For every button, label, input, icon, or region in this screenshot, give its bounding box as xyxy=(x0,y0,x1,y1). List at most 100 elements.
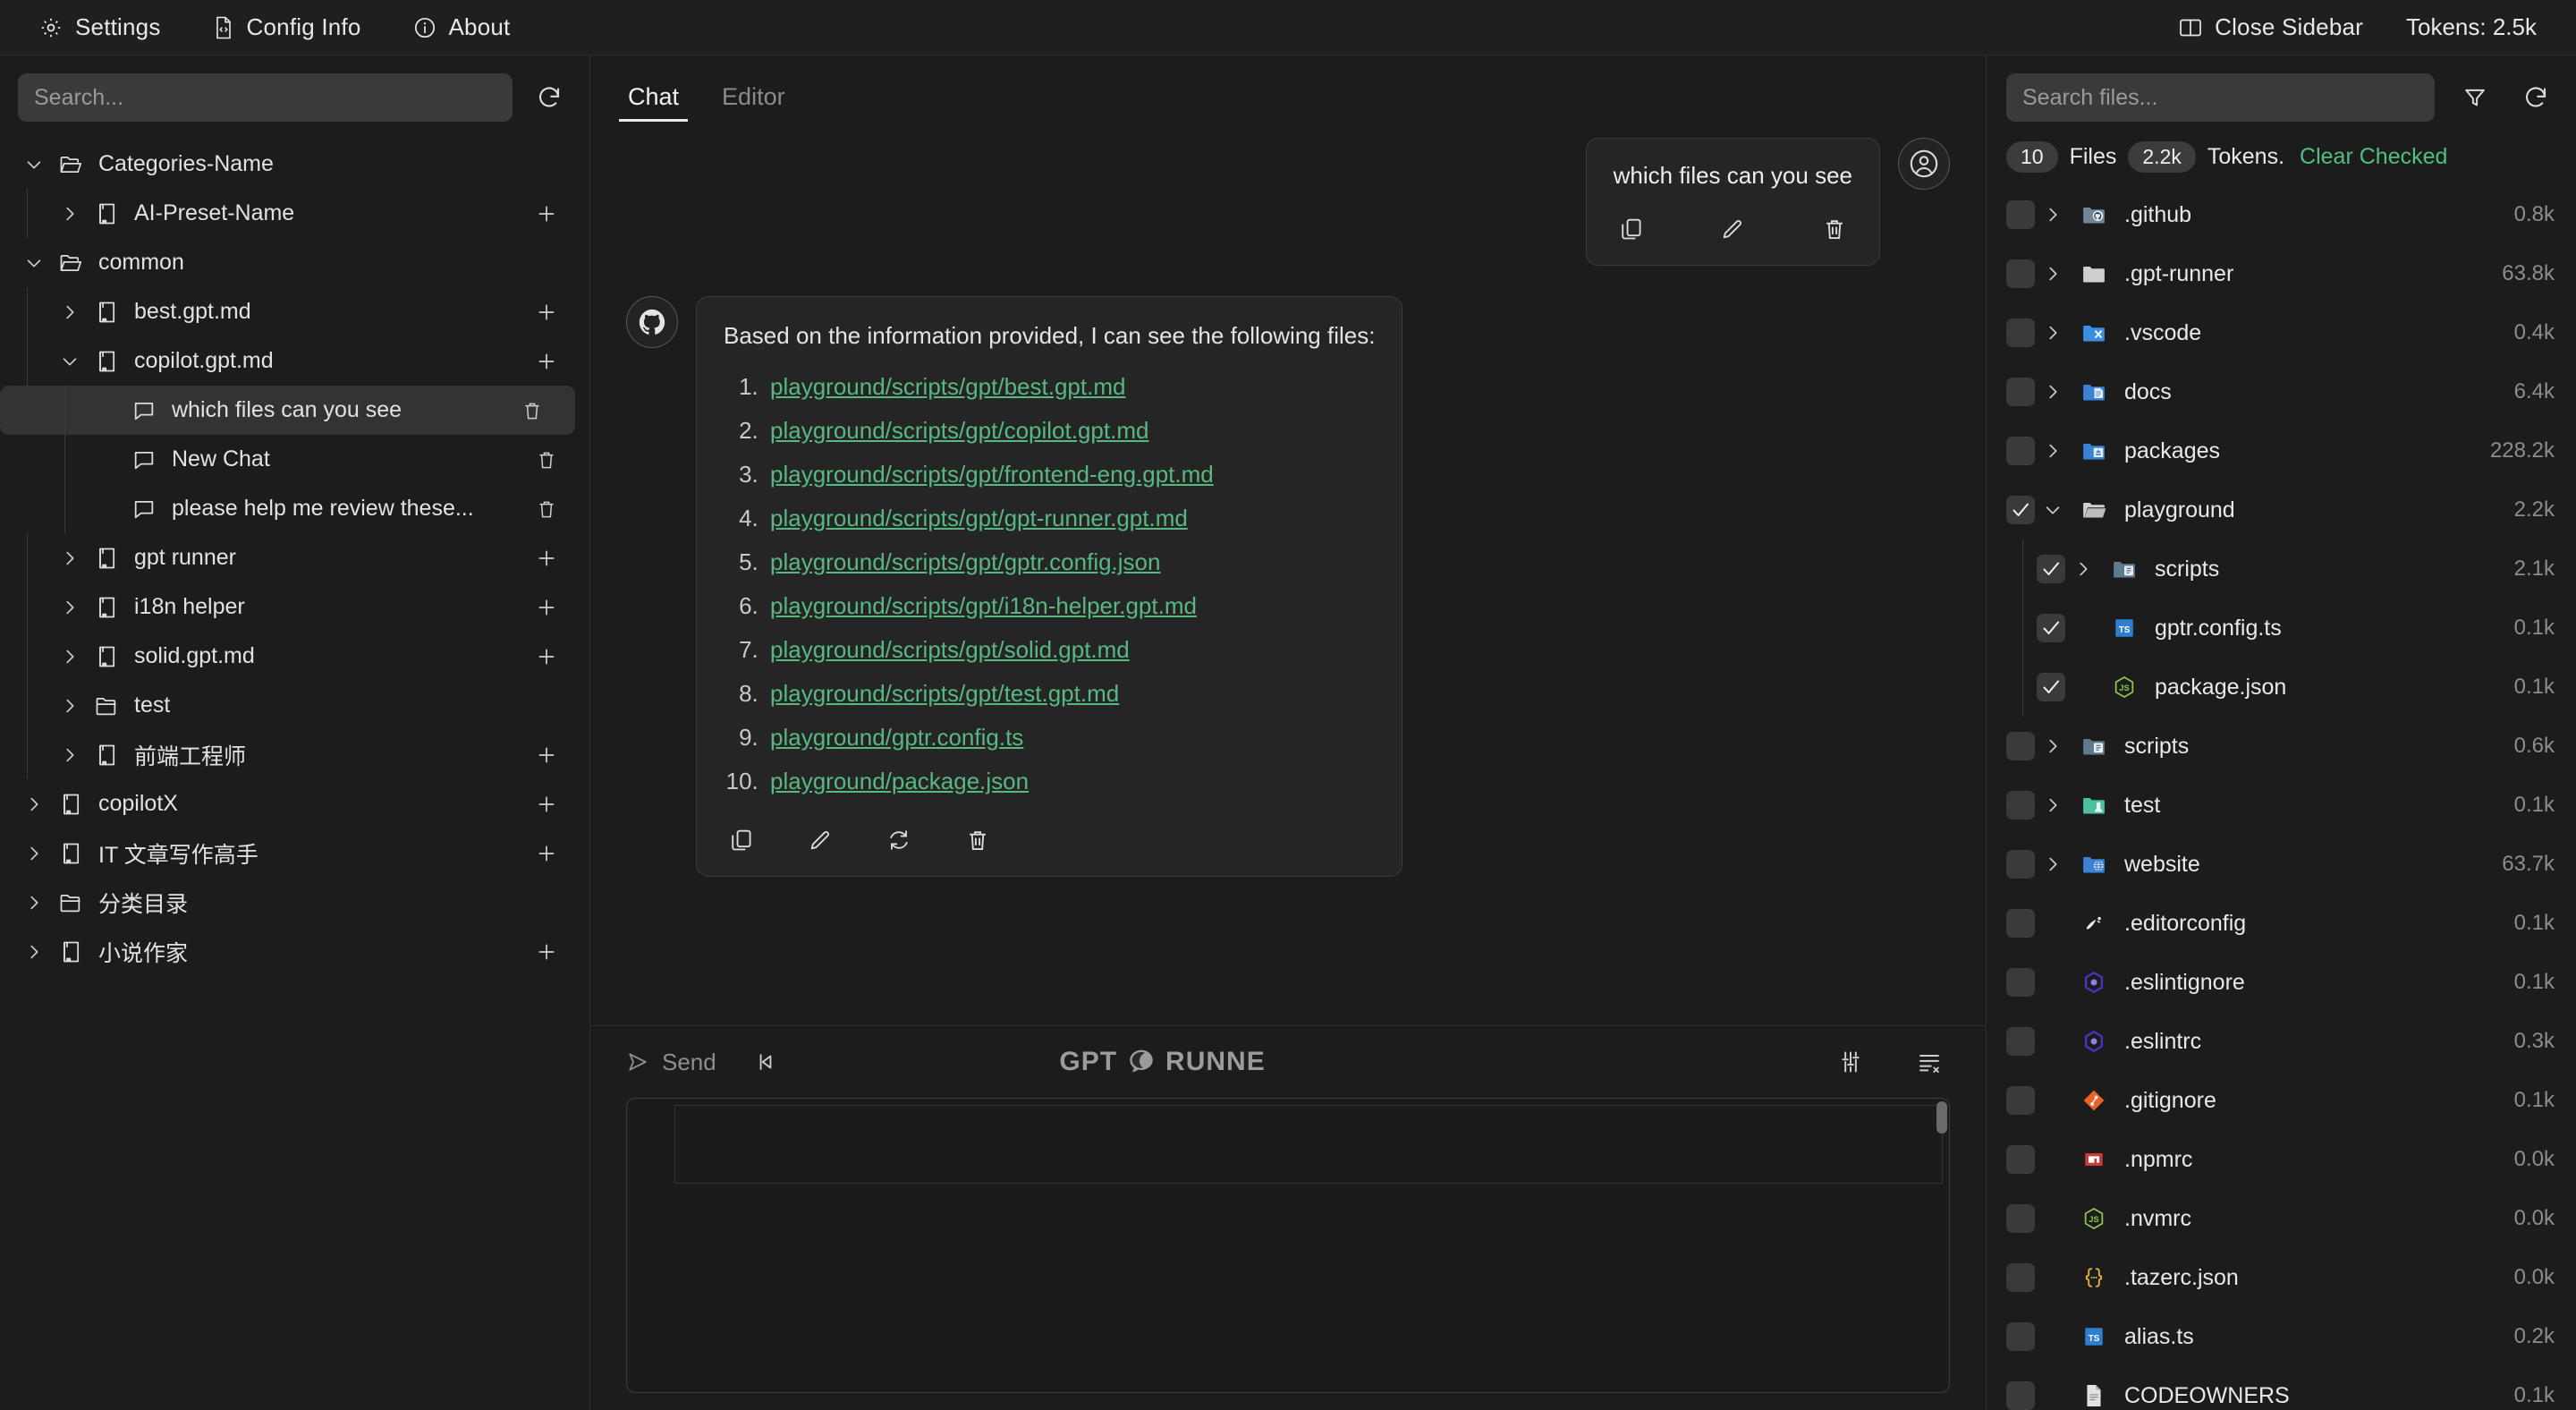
file-checkbox[interactable] xyxy=(2006,1145,2035,1174)
chevron-right-icon[interactable] xyxy=(16,844,52,863)
close-sidebar-button[interactable]: Close Sidebar xyxy=(2179,13,2363,41)
files-refresh-button[interactable] xyxy=(2515,77,2556,118)
file-row[interactable]: .tazerc.json 0.0k xyxy=(1987,1248,2576,1307)
file-link[interactable]: playground/scripts/gpt/test.gpt.md xyxy=(770,680,1119,707)
file-checkbox[interactable] xyxy=(2006,1381,2035,1410)
file-checkbox[interactable] xyxy=(2006,968,2035,997)
delete-chat-button[interactable] xyxy=(529,449,564,471)
chevron-right-icon[interactable] xyxy=(2035,736,2071,756)
menu-item-about[interactable]: About xyxy=(413,13,511,41)
tree-item[interactable]: copilot.gpt.md xyxy=(0,336,589,386)
chevron-right-icon[interactable] xyxy=(52,745,88,765)
delete-button[interactable] xyxy=(1817,211,1852,247)
file-checkbox[interactable] xyxy=(2006,319,2035,347)
file-row[interactable]: .vscode 0.4k xyxy=(1987,303,2576,362)
file-link[interactable]: playground/gptr.config.ts xyxy=(770,724,1023,751)
add-chat-button[interactable] xyxy=(529,940,564,964)
chevron-right-icon[interactable] xyxy=(2065,559,2101,579)
chevron-right-icon[interactable] xyxy=(16,893,52,913)
tree-item[interactable]: common xyxy=(0,238,589,287)
file-row[interactable]: scripts 0.6k xyxy=(1987,717,2576,776)
file-link[interactable]: playground/scripts/gpt/copilot.gpt.md xyxy=(770,417,1148,444)
file-row[interactable]: JS .nvmrc 0.0k xyxy=(1987,1189,2576,1248)
tree-item[interactable]: best.gpt.md xyxy=(0,287,589,336)
tree-item[interactable]: gpt runner xyxy=(0,533,589,582)
step-forward-button[interactable] xyxy=(754,1050,777,1074)
file-checkbox[interactable] xyxy=(2006,791,2035,820)
files-search-input[interactable] xyxy=(2006,73,2435,122)
clear-context-button[interactable] xyxy=(1909,1041,1950,1083)
chevron-right-icon[interactable] xyxy=(16,794,52,814)
chevron-right-icon[interactable] xyxy=(2035,323,2071,343)
file-row[interactable]: JS package.json 0.1k xyxy=(1987,658,2576,717)
edit-button[interactable] xyxy=(1715,211,1750,247)
chevron-right-icon[interactable] xyxy=(52,598,88,617)
chevron-right-icon[interactable] xyxy=(2035,264,2071,284)
search-input[interactable] xyxy=(18,73,513,122)
file-row[interactable]: .editorconfig 0.1k xyxy=(1987,894,2576,953)
file-link[interactable]: playground/scripts/gpt/frontend-eng.gpt.… xyxy=(770,461,1214,488)
tree-item[interactable]: please help me review these... xyxy=(0,484,589,533)
tree-item[interactable]: AI-Preset-Name xyxy=(0,189,589,238)
tree-item[interactable]: 小说作家 xyxy=(0,927,589,976)
clear-checked-button[interactable]: Clear Checked xyxy=(2300,144,2447,170)
chevron-right-icon[interactable] xyxy=(2035,382,2071,402)
file-row[interactable]: TS gptr.config.ts 0.1k xyxy=(1987,599,2576,658)
tree-item[interactable]: 前端工程师 xyxy=(0,730,589,779)
tree-item[interactable]: Categories-Name xyxy=(0,140,589,189)
file-checkbox[interactable] xyxy=(2006,909,2035,938)
file-row[interactable]: playground 2.2k xyxy=(1987,480,2576,539)
send-button[interactable]: Send xyxy=(626,1049,716,1076)
regenerate-button[interactable] xyxy=(881,822,917,858)
tree-item[interactable]: which files can you see xyxy=(0,386,575,435)
add-chat-button[interactable] xyxy=(529,842,564,865)
file-checkbox[interactable] xyxy=(2006,1086,2035,1115)
file-checkbox[interactable] xyxy=(2037,555,2065,583)
tab-chat[interactable]: Chat xyxy=(612,83,695,122)
tree-item[interactable]: copilotX xyxy=(0,779,589,828)
file-link[interactable]: playground/package.json xyxy=(770,768,1029,794)
chevron-right-icon[interactable] xyxy=(52,548,88,568)
input-scrollbar[interactable] xyxy=(1936,1101,1947,1134)
file-row[interactable]: .gitignore 0.1k xyxy=(1987,1071,2576,1130)
chevron-down-icon[interactable] xyxy=(52,352,88,371)
file-row[interactable]: .eslintignore 0.1k xyxy=(1987,953,2576,1012)
delete-button[interactable] xyxy=(960,822,996,858)
chevron-right-icon[interactable] xyxy=(52,647,88,667)
file-link[interactable]: playground/scripts/gpt/gptr.config.json xyxy=(770,548,1160,575)
file-checkbox[interactable] xyxy=(2037,673,2065,701)
tree-item[interactable]: IT 文章写作高手 xyxy=(0,828,589,878)
add-chat-button[interactable] xyxy=(529,202,564,225)
file-row[interactable]: CODEOWNERS 0.1k xyxy=(1987,1366,2576,1410)
file-checkbox[interactable] xyxy=(2006,1027,2035,1056)
edit-button[interactable] xyxy=(802,822,838,858)
file-link[interactable]: playground/scripts/gpt/solid.gpt.md xyxy=(770,636,1130,663)
tree-item[interactable]: New Chat xyxy=(0,435,589,484)
copy-button[interactable] xyxy=(724,822,759,858)
sidebar-refresh-button[interactable] xyxy=(529,77,570,118)
file-row[interactable]: TS alias.ts 0.2k xyxy=(1987,1307,2576,1366)
chevron-right-icon[interactable] xyxy=(2035,854,2071,874)
file-row[interactable]: .npmrc 0.0k xyxy=(1987,1130,2576,1189)
delete-chat-button[interactable] xyxy=(529,498,564,520)
chevron-right-icon[interactable] xyxy=(52,204,88,224)
file-checkbox[interactable] xyxy=(2006,732,2035,760)
menu-item-settings[interactable]: Settings xyxy=(39,13,161,41)
file-checkbox[interactable] xyxy=(2006,1322,2035,1351)
tree-item[interactable]: solid.gpt.md xyxy=(0,632,589,681)
add-chat-button[interactable] xyxy=(529,743,564,767)
chevron-right-icon[interactable] xyxy=(52,696,88,716)
add-chat-button[interactable] xyxy=(529,350,564,373)
file-checkbox[interactable] xyxy=(2006,200,2035,229)
chevron-down-icon[interactable] xyxy=(16,253,52,273)
file-row[interactable]: scripts 2.1k xyxy=(1987,539,2576,599)
chevron-down-icon[interactable] xyxy=(2035,500,2071,520)
chevron-right-icon[interactable] xyxy=(2035,795,2071,815)
file-checkbox[interactable] xyxy=(2006,259,2035,288)
message-input[interactable] xyxy=(626,1098,1950,1393)
file-row[interactable]: website 63.7k xyxy=(1987,835,2576,894)
delete-chat-button[interactable] xyxy=(514,400,550,421)
file-checkbox[interactable] xyxy=(2006,496,2035,524)
chevron-right-icon[interactable] xyxy=(16,942,52,962)
file-checkbox[interactable] xyxy=(2006,1204,2035,1233)
